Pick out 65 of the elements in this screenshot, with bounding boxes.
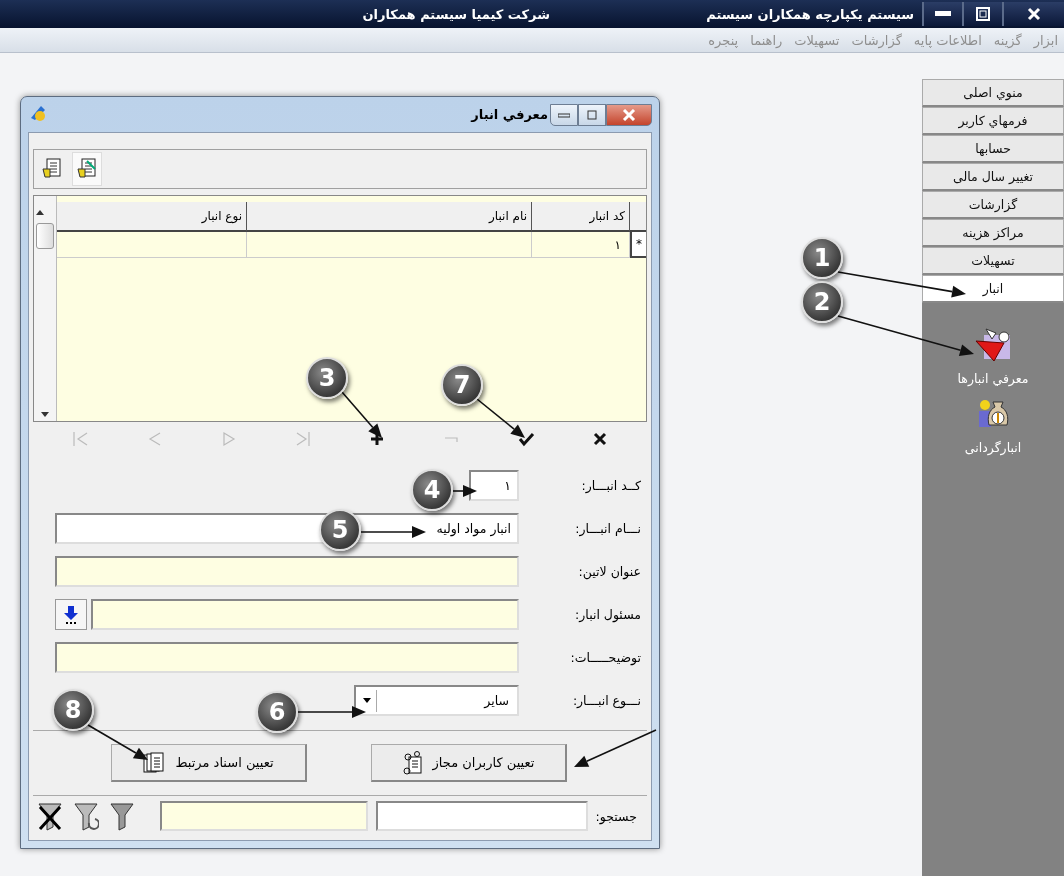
down-arrow-icon: [64, 605, 78, 624]
sidebar-tab[interactable]: منوي اصلی: [922, 79, 1064, 107]
sidebar-item[interactable]: انبارگردانی: [964, 440, 1022, 455]
minimize-icon: [558, 111, 570, 118]
sidebar-tab[interactable]: مراکز هزینه: [922, 219, 1064, 247]
field-label: مسئول انبار:: [575, 607, 642, 622]
sidebar-tab[interactable]: فرمهاي کاربر: [922, 107, 1064, 135]
row-marker: *: [630, 232, 646, 258]
close-button[interactable]: [606, 103, 652, 126]
input-field[interactable]: [55, 642, 519, 673]
column-header: نوع انبار: [57, 202, 247, 232]
maximize-icon: [587, 109, 597, 120]
field-label: کــد انبـــار:: [581, 478, 642, 493]
callout-arrow: [360, 526, 426, 538]
input-field[interactable]: [55, 556, 519, 587]
column-header: کد انبار: [532, 202, 630, 232]
restore-icon[interactable]: [976, 7, 990, 21]
column-header: نام انبار: [247, 202, 532, 232]
callout-arrow: [476, 398, 525, 438]
input-field[interactable]: [91, 599, 519, 630]
scroll-thumb[interactable]: [36, 223, 54, 249]
header-corner: [630, 202, 646, 232]
field-label: نـــام انبـــار:: [575, 521, 642, 536]
close-icon[interactable]: [1027, 7, 1041, 21]
action-button[interactable]: تعیین اسناد مرتبط: [111, 744, 307, 782]
scrollbar[interactable]: [34, 196, 57, 421]
lookup-button[interactable]: [55, 599, 87, 630]
filter-icon[interactable]: [109, 801, 135, 831]
document-hand-icon[interactable]: [77, 158, 97, 180]
step-marker: 2: [801, 281, 843, 323]
caret-icon: [363, 698, 371, 703]
maximize-button[interactable]: [578, 103, 606, 126]
sidebar-tab[interactable]: تسهیلات: [922, 247, 1064, 275]
callout-arrow: [297, 706, 366, 718]
sidebar-tab[interactable]: انبار: [922, 275, 1064, 303]
dropdown-field[interactable]: سایر: [354, 685, 519, 716]
field-label: عنوان لاتین:: [578, 564, 642, 579]
window-title: سیستم یکپارچه همکاران سیستم: [706, 6, 914, 22]
documents-icon: [143, 751, 166, 774]
minimize-button[interactable]: [550, 103, 578, 126]
input-field[interactable]: ١: [469, 470, 519, 501]
callout-arrow: [341, 391, 382, 438]
sidebar-tab[interactable]: تغییر سال مالی: [922, 163, 1064, 191]
dialog-title: معرفي انبار: [471, 107, 548, 122]
filter-refresh-icon[interactable]: [73, 801, 99, 831]
sidebar-tab[interactable]: حسابها: [922, 135, 1064, 163]
action-button[interactable]: تعیین کاربران مجاز: [371, 744, 567, 782]
callout-arrow: [452, 485, 477, 497]
search-field[interactable]: [375, 801, 588, 831]
users-document-icon: [402, 750, 423, 775]
company-name: شرکت کیمیا سیستم همکاران: [362, 6, 550, 22]
filter-off-icon[interactable]: [37, 801, 63, 831]
field-label: نـــوع انبـــار:: [572, 693, 642, 708]
scroll-up-icon[interactable]: [36, 210, 44, 215]
input-field[interactable]: [159, 801, 368, 831]
sidebar-item[interactable]: معرفي انبارها: [957, 371, 1029, 386]
search-label: جستجو:: [595, 808, 638, 824]
callout-arrow: [87, 724, 148, 760]
scroll-down-icon[interactable]: [41, 412, 49, 417]
close-icon: [622, 108, 636, 121]
minimize-icon[interactable]: [935, 11, 951, 17]
field-label: توضیحـــــات:: [570, 650, 642, 665]
step-marker: 1: [801, 237, 843, 279]
document-hand-icon[interactable]: [42, 158, 62, 180]
sidebar-tab[interactable]: گزارشات: [922, 191, 1064, 219]
